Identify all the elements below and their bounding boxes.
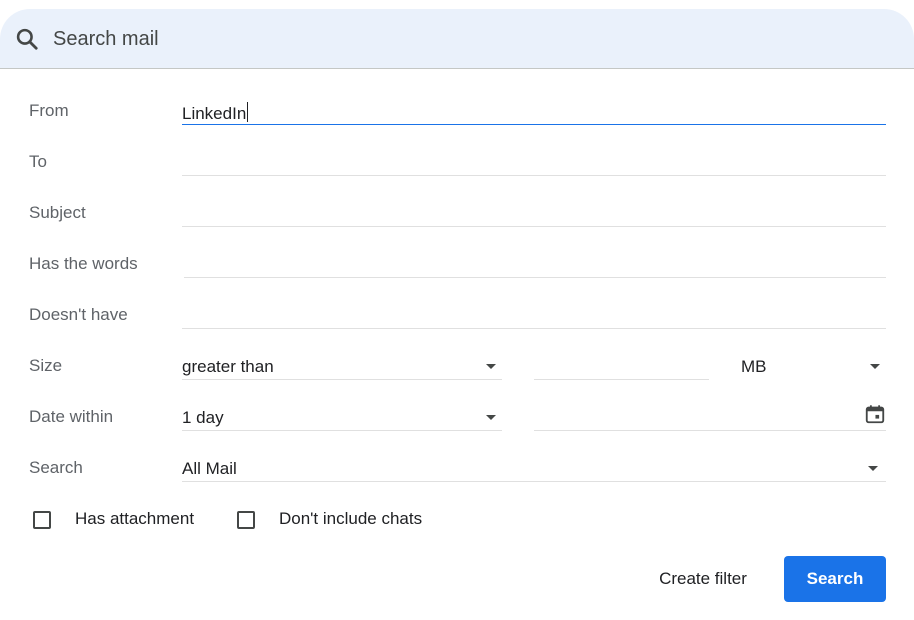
has-attachment-checkbox[interactable] xyxy=(33,511,51,529)
dropdown-arrow-icon xyxy=(486,415,496,420)
date-within-label: Date within xyxy=(29,407,114,426)
dropdown-arrow-icon xyxy=(868,466,878,471)
from-value: LinkedIn xyxy=(182,104,247,123)
size-operator-value: greater than xyxy=(182,357,274,376)
search-button[interactable]: Search xyxy=(784,556,886,602)
size-operator-select[interactable]: greater than xyxy=(182,350,502,380)
search-bar-divider xyxy=(0,68,914,69)
size-unit-value: MB xyxy=(741,357,767,376)
size-unit-select[interactable]: MB xyxy=(741,350,886,380)
has-attachment-label[interactable]: Has attachment xyxy=(75,509,194,529)
date-within-select[interactable]: 1 day xyxy=(182,401,502,431)
search-in-value: All Mail xyxy=(182,459,237,478)
to-label: To xyxy=(29,152,47,171)
from-field[interactable]: LinkedIn xyxy=(182,95,886,125)
subject-label: Subject xyxy=(29,203,86,222)
search-input[interactable]: Search mail xyxy=(53,28,159,51)
search-icon[interactable] xyxy=(14,26,40,52)
dont-include-chats-label[interactable]: Don't include chats xyxy=(279,509,422,529)
doesnt-have-label: Doesn't have xyxy=(29,305,128,324)
subject-field[interactable] xyxy=(182,197,886,227)
dont-include-chats-checkbox[interactable] xyxy=(237,511,255,529)
calendar-icon[interactable] xyxy=(864,403,886,425)
dropdown-arrow-icon xyxy=(486,364,496,369)
search-bar[interactable]: Search mail xyxy=(0,9,914,69)
search-in-label: Search xyxy=(29,458,83,477)
size-label: Size xyxy=(29,356,63,375)
date-within-value: 1 day xyxy=(182,408,224,427)
date-input[interactable] xyxy=(534,401,886,431)
size-value-input[interactable] xyxy=(534,350,709,380)
advanced-search-dialog: Search mail From LinkedIn To Subject Has… xyxy=(0,0,914,620)
from-label: From xyxy=(29,101,69,120)
has-words-field[interactable] xyxy=(184,248,886,278)
text-caret xyxy=(247,102,249,122)
to-field[interactable] xyxy=(182,146,886,176)
search-in-select[interactable]: All Mail xyxy=(182,452,886,482)
create-filter-button[interactable]: Create filter xyxy=(640,556,766,602)
dropdown-arrow-icon xyxy=(870,364,880,369)
has-words-label: Has the words xyxy=(29,254,138,273)
doesnt-have-field[interactable] xyxy=(182,299,886,329)
